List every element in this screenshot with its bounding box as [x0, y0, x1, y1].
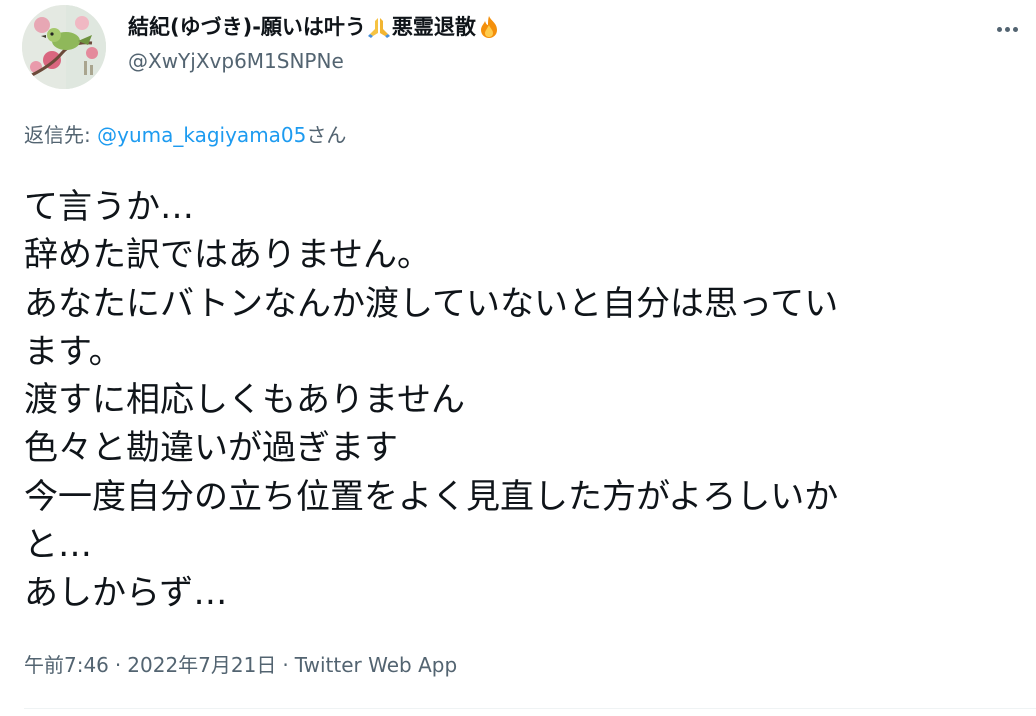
user-handle[interactable]: @XwYjXvp6M1SNPNe: [128, 47, 502, 75]
display-name-text-2: 悪霊退散: [391, 15, 476, 39]
more-dot: [1012, 26, 1018, 32]
tweet-text: て言うか… 辞めた訳ではありません。 あなたにバトンなんか渡していないと自分は思…: [24, 183, 1014, 618]
tweet-text-line: と…: [24, 525, 92, 566]
fire-icon: [477, 15, 501, 39]
meta-separator: ·: [114, 653, 122, 677]
tweet-text-line: あなたにバトンなんか渡していないと自分は思ってい: [24, 283, 839, 324]
tweet-text-line: ます。: [24, 331, 123, 372]
tweet-time-link[interactable]: 午前7:46: [24, 653, 109, 677]
display-name-text: 結紀(ゆづき)-願いは叶う: [128, 15, 366, 39]
tweet-text-line: あしからず…: [24, 573, 228, 614]
tweet-text-line: 今一度自分の立ち位置をよく見直した方がよろしいか: [24, 476, 839, 517]
tweet-text-line: 渡すに相応しくもありません: [24, 380, 465, 421]
tweet: 結紀(ゆづき)-願いは叶う 悪霊退散 @XwYjXvp6M1SNPNe 返信先:…: [0, 0, 1036, 716]
reply-suffix: さん: [306, 123, 347, 147]
more-options-button[interactable]: [992, 14, 1022, 44]
divider: [24, 708, 1036, 709]
tweet-text-line: 辞めた訳ではありません。: [24, 235, 431, 276]
folded-hands-icon: [367, 15, 391, 39]
tweet-source-link[interactable]: Twitter Web App: [295, 653, 457, 677]
author-block: 結紀(ゆづき)-願いは叶う 悪霊退散 @XwYjXvp6M1SNPNe: [128, 12, 502, 75]
reply-prefix: 返信先:: [24, 123, 98, 147]
meta-separator: ·: [282, 653, 289, 677]
tweet-meta: 午前7:46 · 2022年7月21日 · Twitter Web App: [24, 651, 457, 679]
reply-mention-link[interactable]: @yuma_kagiyama05: [97, 123, 306, 147]
display-name[interactable]: 結紀(ゆづき)-願いは叶う 悪霊退散: [128, 12, 502, 42]
tweet-text-line: 色々と勘違いが過ぎます: [24, 428, 398, 469]
avatar[interactable]: [22, 5, 106, 89]
more-dot: [996, 26, 1002, 32]
more-dot: [1004, 26, 1010, 32]
avatar-image: [22, 5, 106, 89]
tweet-date-link[interactable]: 2022年7月21日: [127, 653, 276, 677]
tweet-text-line: て言うか…: [24, 187, 194, 227]
reply-to-line: 返信先: @yuma_kagiyama05さん: [24, 120, 346, 150]
